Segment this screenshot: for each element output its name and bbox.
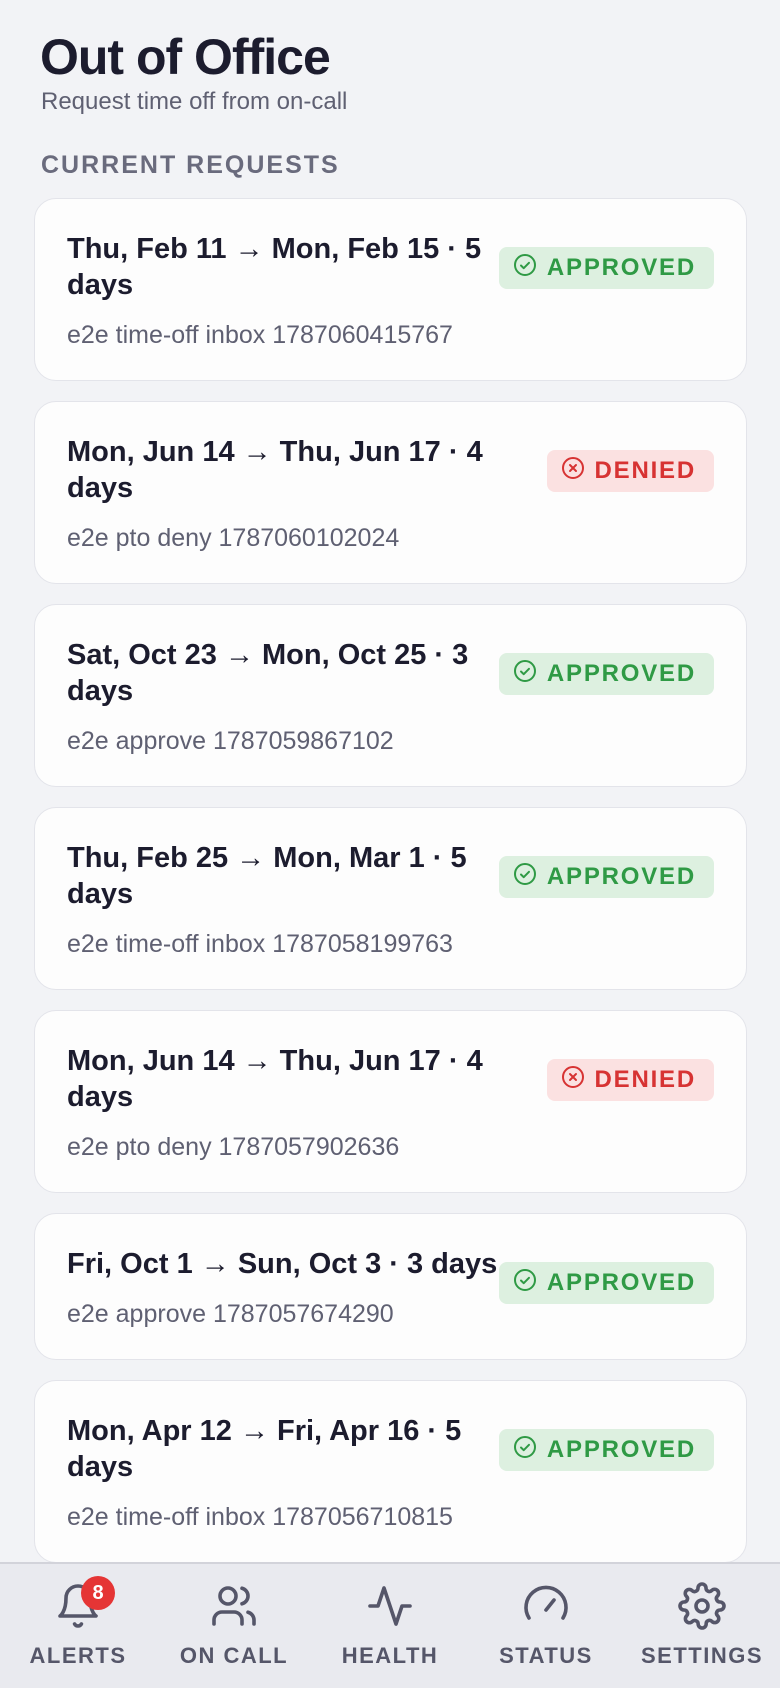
status-badge: DENIED [546, 450, 714, 492]
tab-on-call[interactable]: ON CALL [159, 1582, 309, 1669]
out-of-office-screen: Out of Office Request time off from on-c… [0, 0, 780, 1688]
check-circle-icon [513, 1268, 537, 1299]
activity-icon [366, 1582, 414, 1635]
status-badge-label: APPROVED [546, 254, 696, 281]
section-label-current-requests: CURRENT REQUESTS [41, 151, 340, 179]
bottom-tab-bar: ALERTS 8 ON CALL HEALTH STATUS SETTINGS [0, 1562, 780, 1688]
request-card[interactable]: Mon, Jun 14 → Thu, Jun 17 · 4 days e2e p… [34, 401, 747, 584]
request-card[interactable]: Mon, Jun 14 → Thu, Jun 17 · 4 days e2e p… [34, 1010, 747, 1193]
tab-label: ALERTS [29, 1643, 127, 1668]
request-dates: Mon, Jun 14 → Thu, Jun 17 · 4 days [67, 1045, 483, 1113]
request-list: Thu, Feb 11 → Mon, Feb 15 · 5 days e2e t… [34, 198, 747, 1583]
request-card[interactable]: Mon, Apr 12 → Fri, Apr 16 · 5 days e2e t… [34, 1380, 747, 1563]
x-circle-icon [561, 1065, 585, 1096]
request-dates: Sat, Oct 23 → Mon, Oct 25 · 3 days [67, 639, 469, 707]
tab-label: HEALTH [341, 1643, 439, 1668]
status-badge: DENIED [546, 1059, 714, 1101]
users-icon [210, 1582, 258, 1635]
request-card[interactable]: Thu, Feb 11 → Mon, Feb 15 · 5 days e2e t… [34, 198, 747, 381]
request-note: e2e approve 1787057674290 [67, 1300, 394, 1328]
status-badge: APPROVED [498, 247, 714, 289]
request-dates: Thu, Feb 25 → Mon, Mar 1 · 5 days [67, 842, 467, 910]
request-note: e2e time-off inbox 1787060415767 [67, 321, 453, 349]
tab-settings[interactable]: SETTINGS [627, 1582, 777, 1669]
tab-health[interactable]: HEALTH [315, 1582, 465, 1669]
request-note: e2e time-off inbox 1787058199763 [67, 930, 453, 958]
alerts-count-badge: 8 [81, 1576, 115, 1610]
request-dates: Mon, Apr 12 → Fri, Apr 16 · 5 days [67, 1415, 462, 1483]
request-note: e2e pto deny 1787057902636 [67, 1133, 400, 1161]
status-badge-label: APPROVED [546, 1436, 696, 1463]
tab-label: ON CALL [179, 1643, 289, 1668]
request-dates: Mon, Jun 14 → Thu, Jun 17 · 4 days [67, 436, 483, 504]
request-card[interactable]: Fri, Oct 1 → Sun, Oct 3 · 3 days e2e app… [34, 1213, 747, 1360]
request-note: e2e pto deny 1787060102024 [67, 524, 400, 552]
status-badge: APPROVED [498, 856, 714, 898]
status-badge-label: APPROVED [546, 863, 696, 890]
tab-label: SETTINGS [640, 1643, 763, 1668]
request-dates: Fri, Oct 1 → Sun, Oct 3 · 3 days [67, 1248, 498, 1280]
status-badge-label: DENIED [594, 457, 696, 484]
status-badge: APPROVED [498, 1429, 714, 1471]
gauge-icon [522, 1582, 570, 1635]
tab-status[interactable]: STATUS [471, 1582, 621, 1669]
request-dates: Thu, Feb 11 → Mon, Feb 15 · 5 days [67, 233, 482, 301]
status-badge-label: APPROVED [546, 1269, 696, 1296]
request-note: e2e time-off inbox 1787056710815 [67, 1503, 453, 1531]
check-circle-icon [513, 862, 537, 893]
status-badge-label: DENIED [594, 1066, 696, 1093]
request-note: e2e approve 1787059867102 [67, 727, 394, 755]
page-subtitle: Request time off from on-call [41, 88, 348, 115]
check-circle-icon [513, 659, 537, 690]
check-circle-icon [513, 1435, 537, 1466]
tab-alerts[interactable]: ALERTS 8 [3, 1576, 153, 1669]
x-circle-icon [561, 456, 585, 487]
check-circle-icon [513, 253, 537, 284]
request-card[interactable]: Sat, Oct 23 → Mon, Oct 25 · 3 days e2e a… [34, 604, 747, 787]
page-title: Out of Office [40, 29, 331, 85]
status-badge-label: APPROVED [546, 660, 696, 687]
status-badge: APPROVED [498, 653, 714, 695]
gear-icon [678, 1582, 726, 1635]
status-badge: APPROVED [498, 1262, 714, 1304]
request-card[interactable]: Thu, Feb 25 → Mon, Mar 1 · 5 days e2e ti… [34, 807, 747, 990]
tab-label: STATUS [499, 1643, 593, 1668]
